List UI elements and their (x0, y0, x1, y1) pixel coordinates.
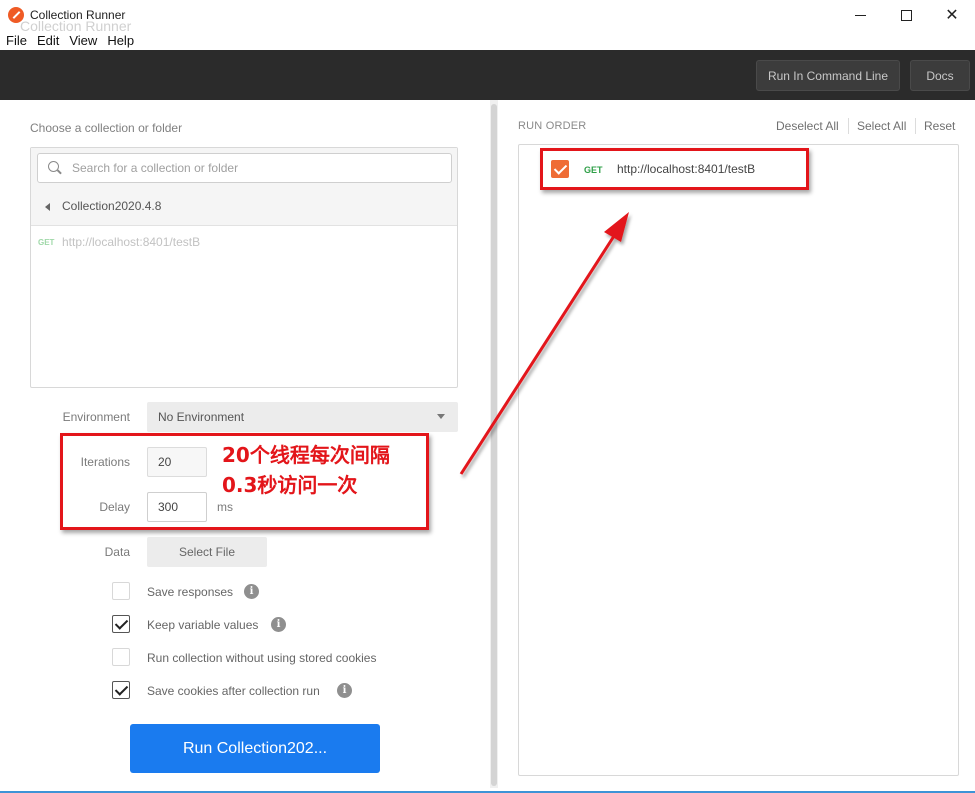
chevron-down-icon (437, 414, 445, 419)
environment-value: No Environment (158, 410, 245, 424)
workspace-selector[interactable]: My Workspace (437, 18, 535, 34)
chevron-down-icon[interactable] (541, 21, 549, 26)
save-responses-checkbox[interactable] (112, 582, 130, 600)
no-stored-cookies-checkbox[interactable] (112, 648, 130, 666)
save-cookies-label: Save cookies after collection run (147, 684, 320, 698)
keep-variable-values-label: Keep variable values (147, 618, 259, 632)
menu-edit[interactable]: Edit (37, 33, 59, 48)
run-collection-button[interactable]: Run Collection202... (130, 724, 380, 773)
run-order-list (518, 144, 959, 776)
select-all-link[interactable]: Select All (857, 119, 906, 133)
workspace-grid-icon[interactable] (412, 18, 426, 32)
separator (915, 118, 916, 134)
info-icon[interactable]: i (271, 617, 286, 632)
request-url[interactable]: http://localhost:8401/testB (62, 235, 200, 249)
maximize-icon[interactable] (883, 0, 929, 30)
menu-help[interactable]: Help (107, 33, 134, 48)
scrollbar-thumb[interactable] (491, 104, 497, 786)
search-input[interactable] (72, 159, 442, 177)
docs-button[interactable]: Docs (910, 60, 970, 91)
data-label: Data (104, 545, 130, 559)
select-file-button[interactable]: Select File (147, 537, 267, 567)
search-icon (48, 161, 59, 172)
keep-variable-values-checkbox[interactable] (112, 615, 130, 633)
run-order-heading: RUN ORDER (518, 120, 587, 132)
annotation-box-request (540, 148, 809, 190)
back-arrow-icon[interactable] (45, 203, 50, 211)
no-stored-cookies-label: Run collection without using stored cook… (147, 651, 377, 665)
annotation-line-2: 0.3秒访问一次 (222, 473, 358, 497)
choose-collection-label: Choose a collection or folder (30, 121, 183, 135)
save-cookies-checkbox[interactable] (112, 681, 130, 699)
close-icon[interactable]: ✕ (929, 0, 975, 30)
collection-breadcrumb[interactable]: Collection2020.4.8 (62, 199, 161, 213)
deselect-all-link[interactable]: Deselect All (776, 119, 839, 133)
reset-link[interactable]: Reset (924, 119, 955, 133)
info-icon[interactable]: i (337, 683, 352, 698)
separator (848, 118, 849, 134)
run-in-command-line-button[interactable]: Run In Command Line (756, 60, 900, 91)
menu-view[interactable]: View (69, 33, 97, 48)
minimize-icon[interactable] (837, 0, 883, 30)
request-method-badge: GET (38, 238, 55, 247)
annotation-line-1: 20个线程每次间隔 (222, 443, 390, 467)
header-title: Collection Runner (20, 18, 132, 34)
save-responses-label: Save responses (147, 585, 234, 599)
info-icon[interactable]: i (244, 584, 259, 599)
annotation-text: 20个线程每次间隔 0.3秒访问一次 (222, 440, 390, 500)
environment-label: Environment (62, 410, 130, 424)
menu-file[interactable]: File (6, 33, 27, 48)
